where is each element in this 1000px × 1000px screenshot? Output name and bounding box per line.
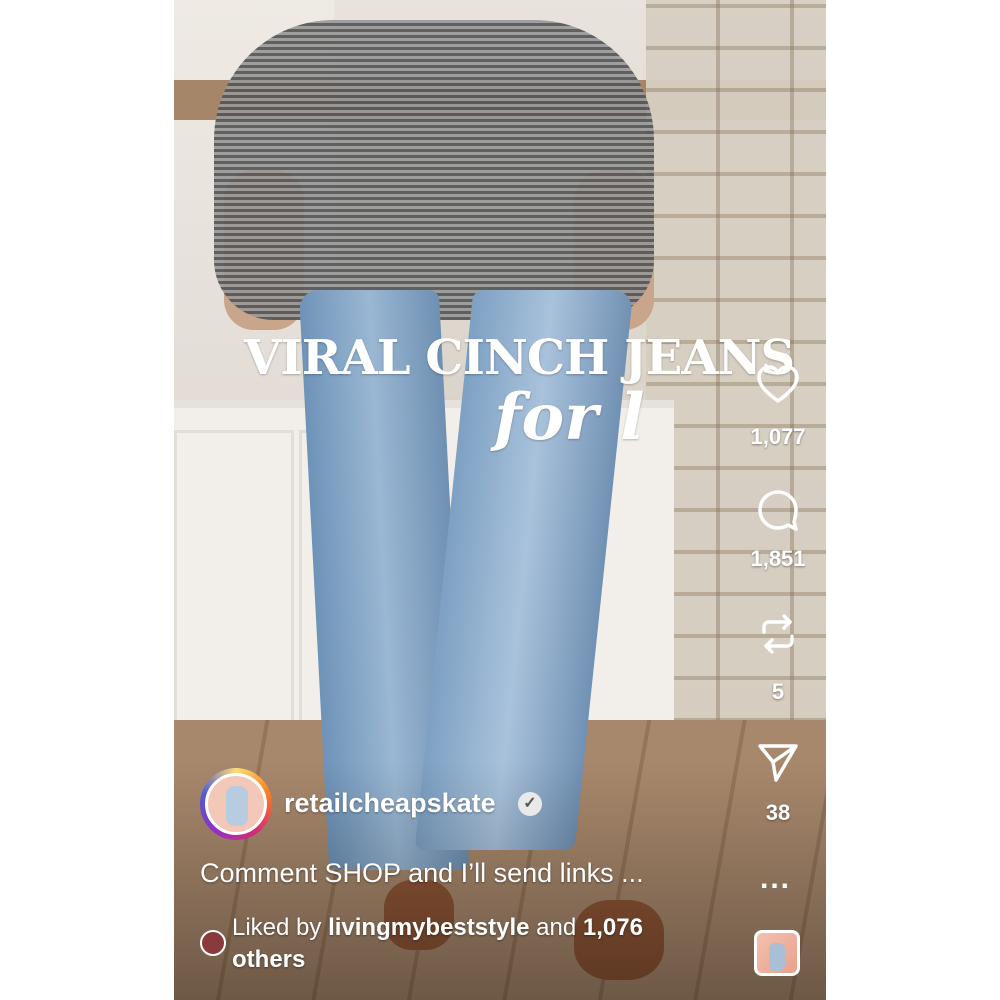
liked-by-middle: and [529,914,583,941]
avatar-figure [226,786,248,826]
overlay-headline: VIRAL CINCH JEANS [244,330,795,386]
liked-by-user[interactable]: livingmybeststyle [328,914,529,941]
overlay-subheadline: for l [494,380,645,455]
liked-by-prefix: Liked by [232,914,329,941]
avatar[interactable] [205,773,267,835]
heart-icon[interactable] [754,360,802,408]
liked-by-suffix[interactable]: others [232,946,305,973]
repost-icon[interactable] [754,610,802,658]
audio-thumbnail-figure [769,943,785,971]
liked-by-count[interactable]: 1,076 [583,914,643,941]
reel-frame[interactable]: VIRAL CINCH JEANS for l 1,077 1,851 5 38… [174,0,826,1000]
verified-badge-icon: ✓ [518,792,542,816]
more-icon[interactable]: ... [760,862,791,896]
caption[interactable]: Comment SHOP and I’ll send links ... [200,858,644,889]
audio-thumbnail[interactable] [754,930,800,976]
username[interactable]: retailcheapskate [284,788,496,819]
like-count: 1,077 [750,424,806,449]
liked-by-text[interactable]: Liked by livingmybeststyle and 1,076 oth… [232,912,702,976]
gingham-top [214,20,654,320]
share-count: 38 [765,800,791,825]
send-icon[interactable] [754,738,802,786]
repost-count: 5 [771,679,785,704]
comment-icon[interactable] [754,486,802,534]
liker-avatar[interactable] [200,930,226,956]
comment-count: 1,851 [750,546,806,571]
